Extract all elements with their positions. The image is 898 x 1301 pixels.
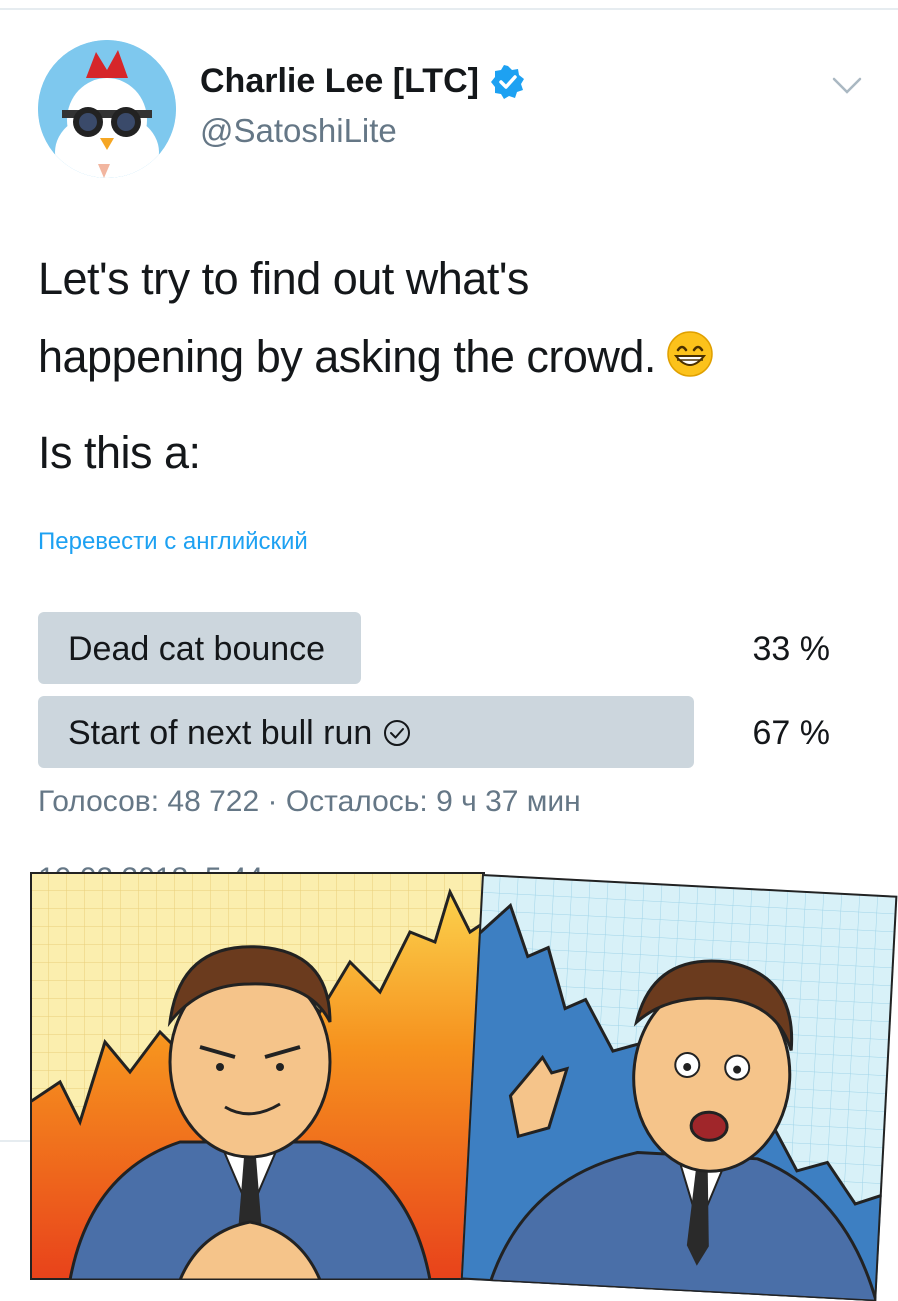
grinning-face-icon [667, 331, 713, 377]
bull-market-illustration [30, 872, 485, 1280]
author-handle[interactable]: @SatoshiLite [200, 112, 397, 150]
poll-option-percent: 33 % [752, 630, 831, 668]
tweet-line-text: happening by asking the crowd. [38, 331, 656, 382]
bear-market-illustration [460, 874, 898, 1301]
poll-meta: Голосов: 48 722 · Осталось: 9 ч 37 мин [38, 785, 581, 818]
poll-option: Dead cat bounce 33 % [38, 612, 838, 686]
author-name[interactable]: Charlie Lee [LTC] [200, 62, 479, 101]
poll-option-label-wrap: Start of next bull run [68, 714, 412, 753]
tweet-line: Let's try to find out what's [38, 253, 529, 304]
chicken-avatar-icon [38, 40, 176, 178]
tweet-images[interactable] [0, 860, 898, 1301]
chevron-down-icon[interactable] [832, 76, 862, 96]
tweet-text: Let's try to find out what's happening b… [38, 240, 878, 492]
author-name-row[interactable]: Charlie Lee [LTC] [200, 62, 525, 101]
tweet-image-bull[interactable] [30, 872, 485, 1280]
check-circle-icon [384, 720, 411, 746]
poll-option-label: Dead cat bounce [68, 630, 326, 668]
verified-badge-icon [490, 64, 524, 99]
poll-option: Start of next bull run 67 % [38, 696, 838, 770]
translate-link[interactable]: Перевести с английский [38, 528, 308, 556]
poll: Dead cat bounce 33 % Start of next bull … [38, 612, 838, 780]
top-divider [0, 8, 898, 10]
poll-option-label: Start of next bull run [68, 714, 373, 752]
poll-option-percent: 67 % [752, 714, 831, 752]
tweet-image-bear[interactable] [460, 874, 898, 1301]
tweet-line: Is this a: [38, 427, 201, 478]
avatar[interactable] [38, 40, 176, 178]
tweet-line: happening by asking the crowd. [38, 318, 878, 396]
